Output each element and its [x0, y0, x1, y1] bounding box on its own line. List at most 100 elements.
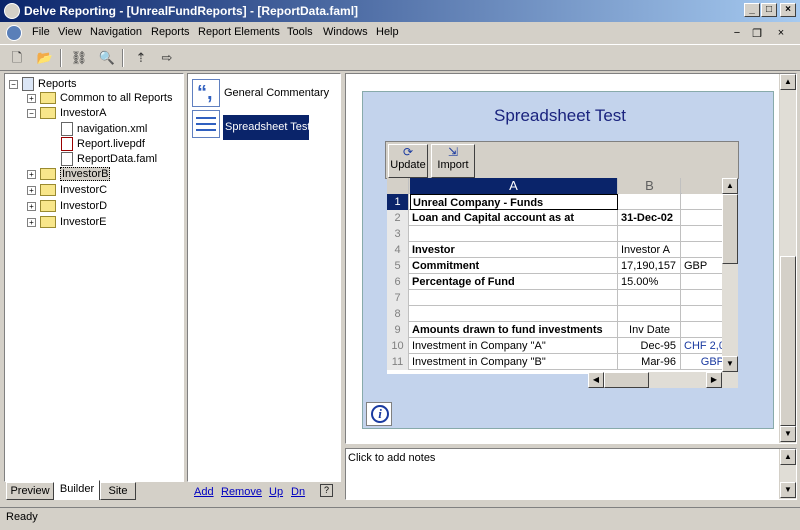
report-tree: − Reports + Common to all Reports − Investo… — [4, 73, 184, 482]
tab-preview[interactable]: Preview — [6, 482, 54, 500]
table-row: 2 Loan and Capital account as at 31-Dec-… — [387, 210, 737, 226]
column-header-a[interactable]: A — [410, 178, 618, 194]
element-general-commentary[interactable]: General Commentary — [224, 87, 329, 99]
remove-link[interactable]: Remove — [221, 486, 262, 498]
grid-vertical-scrollbar[interactable]: ▲ ▼ — [722, 178, 738, 372]
toolbar-separator — [60, 49, 62, 67]
column-header-row: A B — [387, 178, 737, 194]
table-row: 4 Investor Investor A — [387, 242, 737, 258]
tree-root[interactable]: − Reports — [9, 77, 77, 93]
document-icon[interactable] — [6, 25, 22, 41]
preview-scrollbar[interactable]: ▲ ▼ — [779, 74, 796, 443]
tree-item-reportdata-faml[interactable]: ReportData.faml — [61, 152, 157, 168]
column-header-b[interactable]: B — [619, 178, 681, 194]
notes-scroll-down-button[interactable]: ▼ — [780, 482, 796, 498]
folder-icon — [40, 200, 56, 213]
grid-scroll-down-button[interactable]: ▼ — [722, 356, 738, 372]
folder-icon — [40, 92, 56, 105]
table-row: 6 Percentage of Fund 15.00% — [387, 274, 737, 290]
minimize-button[interactable]: _ — [744, 3, 760, 17]
tree-item-investorb[interactable]: + InvestorB — [27, 167, 111, 184]
grid-horizontal-thumb[interactable] — [604, 372, 649, 388]
menu-tools[interactable]: Tools — [287, 26, 313, 38]
grid-vertical-thumb[interactable] — [722, 194, 738, 264]
open-folder-icon[interactable]: 📂 — [34, 48, 56, 68]
mdi-restore-button[interactable]: ❐ — [750, 27, 764, 40]
mdi-close-button[interactable]: × — [774, 27, 788, 39]
upload-arrow-icon[interactable]: ⇡ — [130, 48, 152, 68]
app-icon — [4, 3, 20, 19]
data-file-icon — [61, 152, 73, 166]
tree-item-investore[interactable]: + InvestorE — [27, 216, 106, 232]
add-link[interactable]: Add — [194, 486, 214, 498]
notes-area[interactable]: Click to add notes ▲ ▼ — [345, 448, 797, 500]
corner-cell — [387, 178, 409, 194]
down-link[interactable]: Dn — [291, 486, 305, 498]
table-row: 3 — [387, 226, 737, 242]
notes-scrollbar[interactable]: ▲ ▼ — [779, 449, 796, 499]
tab-site[interactable]: Site — [100, 482, 136, 500]
up-link[interactable]: Up — [269, 486, 283, 498]
notes-placeholder[interactable]: Click to add notes — [348, 452, 435, 464]
reports-icon — [22, 77, 34, 91]
title-bar: Delve Reporting - [UnrealFundReports] - … — [0, 0, 800, 22]
menu-reports[interactable]: Reports — [151, 26, 190, 38]
grid-scroll-left-button[interactable]: ◀ — [588, 372, 604, 388]
mdi-minimize-button[interactable]: − — [730, 27, 744, 39]
tree-item-investorc[interactable]: + InvestorC — [27, 184, 107, 200]
import-button[interactable]: ⇲ Import — [431, 144, 475, 178]
tree-item-investord[interactable]: + InvestorD — [27, 200, 107, 216]
menu-report-elements[interactable]: Report Elements — [198, 26, 280, 38]
pdf-file-icon — [61, 137, 73, 151]
spreadsheet-toolbar: ⟳ Update ⇲ Import — [385, 141, 739, 179]
tree-item-report-livepdf[interactable]: Report.livepdf — [61, 137, 145, 153]
table-row: 1 Unreal Company - Funds — [387, 194, 737, 210]
menu-view[interactable]: View — [58, 26, 82, 38]
search-icon[interactable]: 🔍 — [96, 48, 118, 68]
tree-item-navigation-xml[interactable]: navigation.xml — [61, 122, 147, 138]
folder-icon — [40, 168, 56, 181]
update-button[interactable]: ⟳ Update — [388, 144, 428, 178]
window-title: Delve Reporting - [UnrealFundReports] - … — [24, 4, 359, 18]
spreadsheet-grid[interactable]: A B 1 Unreal Company - Funds 2 Loan and … — [387, 178, 737, 374]
report-elements-list: “, General Commentary Spreadsheet Test — [187, 73, 341, 482]
scroll-thumb[interactable] — [780, 256, 796, 426]
link-icon[interactable]: ⛓ — [68, 48, 90, 68]
element-spreadsheet-test[interactable]: Spreadsheet Test — [223, 115, 309, 140]
menu-navigation[interactable]: Navigation — [90, 26, 142, 38]
grid-horizontal-scrollbar[interactable]: ◀ ▶ — [588, 372, 738, 388]
import-icon: ⇲ — [447, 145, 459, 159]
scroll-up-button[interactable]: ▲ — [780, 74, 796, 90]
menu-windows[interactable]: Windows — [323, 26, 368, 38]
tab-builder[interactable]: Builder — [54, 480, 100, 500]
spreadsheet-icon — [192, 110, 220, 138]
navigate-icon[interactable]: ⇨ — [156, 48, 178, 68]
status-bar: Ready — [0, 507, 800, 530]
info-icon[interactable]: i — [366, 402, 392, 426]
tree-item-investora[interactable]: − InvestorA — [27, 107, 106, 123]
toolbar-separator — [122, 49, 124, 67]
menu-help[interactable]: Help — [376, 26, 399, 38]
table-row: 7 — [387, 290, 737, 306]
toolbar: 🗋 📂 ⛓ 🔍 ⇡ ⇨ — [0, 44, 800, 71]
grid-scroll-up-button[interactable]: ▲ — [722, 178, 738, 194]
folder-icon — [40, 216, 56, 229]
help-button[interactable]: ? — [320, 484, 333, 497]
folder-icon — [40, 184, 56, 197]
new-icon[interactable]: 🗋 — [6, 48, 28, 68]
menu-file[interactable]: File — [32, 26, 50, 38]
open-folder-icon — [40, 107, 56, 120]
notes-scroll-up-button[interactable]: ▲ — [780, 449, 796, 465]
table-row: 8 — [387, 306, 737, 322]
table-row: 9 Amounts drawn to fund investments Inv … — [387, 322, 737, 338]
close-button[interactable]: × — [780, 3, 796, 17]
grid-scroll-right-button[interactable]: ▶ — [706, 372, 722, 388]
maximize-button[interactable]: □ — [761, 3, 777, 17]
table-row: 10 Investment in Company "A" Dec-95 CHF … — [387, 338, 737, 354]
tree-item-common[interactable]: + Common to all Reports — [27, 92, 173, 108]
spreadsheet-title: Spreadsheet Test — [494, 106, 626, 125]
scroll-down-button[interactable]: ▼ — [780, 426, 796, 442]
update-icon: ⟳ — [402, 145, 414, 159]
xml-file-icon — [61, 122, 73, 136]
menu-bar: File View Navigation Reports Report Elem… — [0, 22, 800, 44]
